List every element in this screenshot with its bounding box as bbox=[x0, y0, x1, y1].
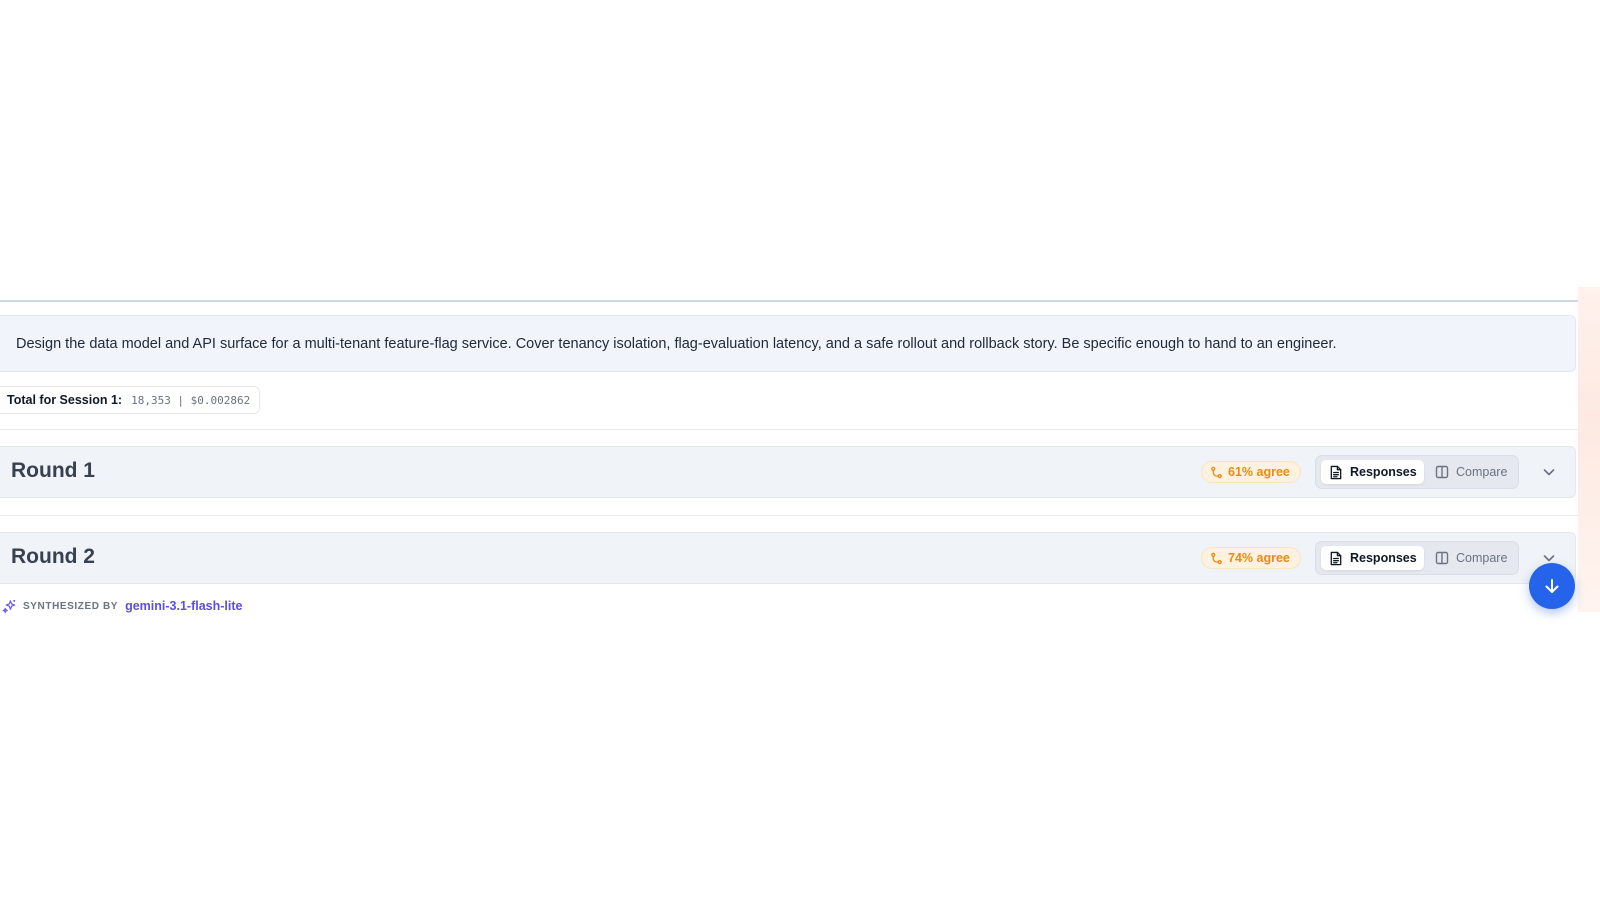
columns-icon bbox=[1435, 551, 1449, 565]
document-icon bbox=[1330, 551, 1342, 565]
responses-label: Responses bbox=[1350, 465, 1417, 479]
arrow-down-icon bbox=[1545, 579, 1559, 593]
sparkles-icon bbox=[2, 599, 16, 613]
session-total-value: 18,353 | $0.002862 bbox=[131, 393, 251, 407]
conversation-view: Design the data model and API surface fo… bbox=[0, 0, 1600, 900]
agreement-badge: 61% agree bbox=[1201, 461, 1301, 483]
agreement-text: 61% agree bbox=[1228, 465, 1290, 479]
user-prompt: Design the data model and API surface fo… bbox=[0, 315, 1576, 372]
responses-label: Responses bbox=[1350, 551, 1417, 565]
synthesis-attribution: SYNTHESIZED BY gemini-3.1-flash-lite bbox=[2, 597, 242, 615]
document-icon bbox=[1330, 465, 1342, 479]
header-divider bbox=[0, 300, 1578, 302]
compare-label: Compare bbox=[1456, 551, 1508, 565]
round-header[interactable]: Round 1 61% agree Responses Compare bbox=[0, 446, 1576, 498]
agreement-text: 74% agree bbox=[1228, 551, 1290, 565]
round-header[interactable]: Round 2 74% agree Responses Compare bbox=[0, 532, 1576, 584]
expand-round-button[interactable] bbox=[1538, 461, 1560, 483]
section-divider bbox=[0, 429, 1578, 430]
compare-tab[interactable]: Compare bbox=[1431, 546, 1515, 570]
chevron-down-icon bbox=[1543, 469, 1555, 476]
responses-tab[interactable]: Responses bbox=[1321, 460, 1424, 484]
side-gradient bbox=[1578, 287, 1600, 612]
section-divider bbox=[0, 515, 1578, 516]
synthesis-model-link[interactable]: gemini-3.1-flash-lite bbox=[125, 599, 242, 613]
session-total-label: Total for Session 1: bbox=[7, 393, 123, 407]
git-merge-icon bbox=[1211, 466, 1222, 478]
synthesized-by-label: SYNTHESIZED BY bbox=[23, 600, 119, 612]
agreement-badge: 74% agree bbox=[1201, 547, 1301, 569]
git-merge-icon bbox=[1211, 552, 1222, 564]
columns-icon bbox=[1435, 465, 1449, 479]
view-toggle: Responses Compare bbox=[1315, 541, 1519, 575]
round-title: Round 1 bbox=[11, 459, 95, 482]
session-total: Total for Session 1: 18,353 | $0.002862 bbox=[0, 386, 261, 414]
responses-tab[interactable]: Responses bbox=[1321, 546, 1424, 570]
prompt-text: Design the data model and API surface fo… bbox=[16, 335, 1337, 352]
compare-tab[interactable]: Compare bbox=[1431, 460, 1515, 484]
compare-label: Compare bbox=[1456, 465, 1508, 479]
view-toggle: Responses Compare bbox=[1315, 455, 1519, 489]
round-title: Round 2 bbox=[11, 545, 95, 568]
scroll-to-bottom-button[interactable] bbox=[1529, 563, 1575, 609]
